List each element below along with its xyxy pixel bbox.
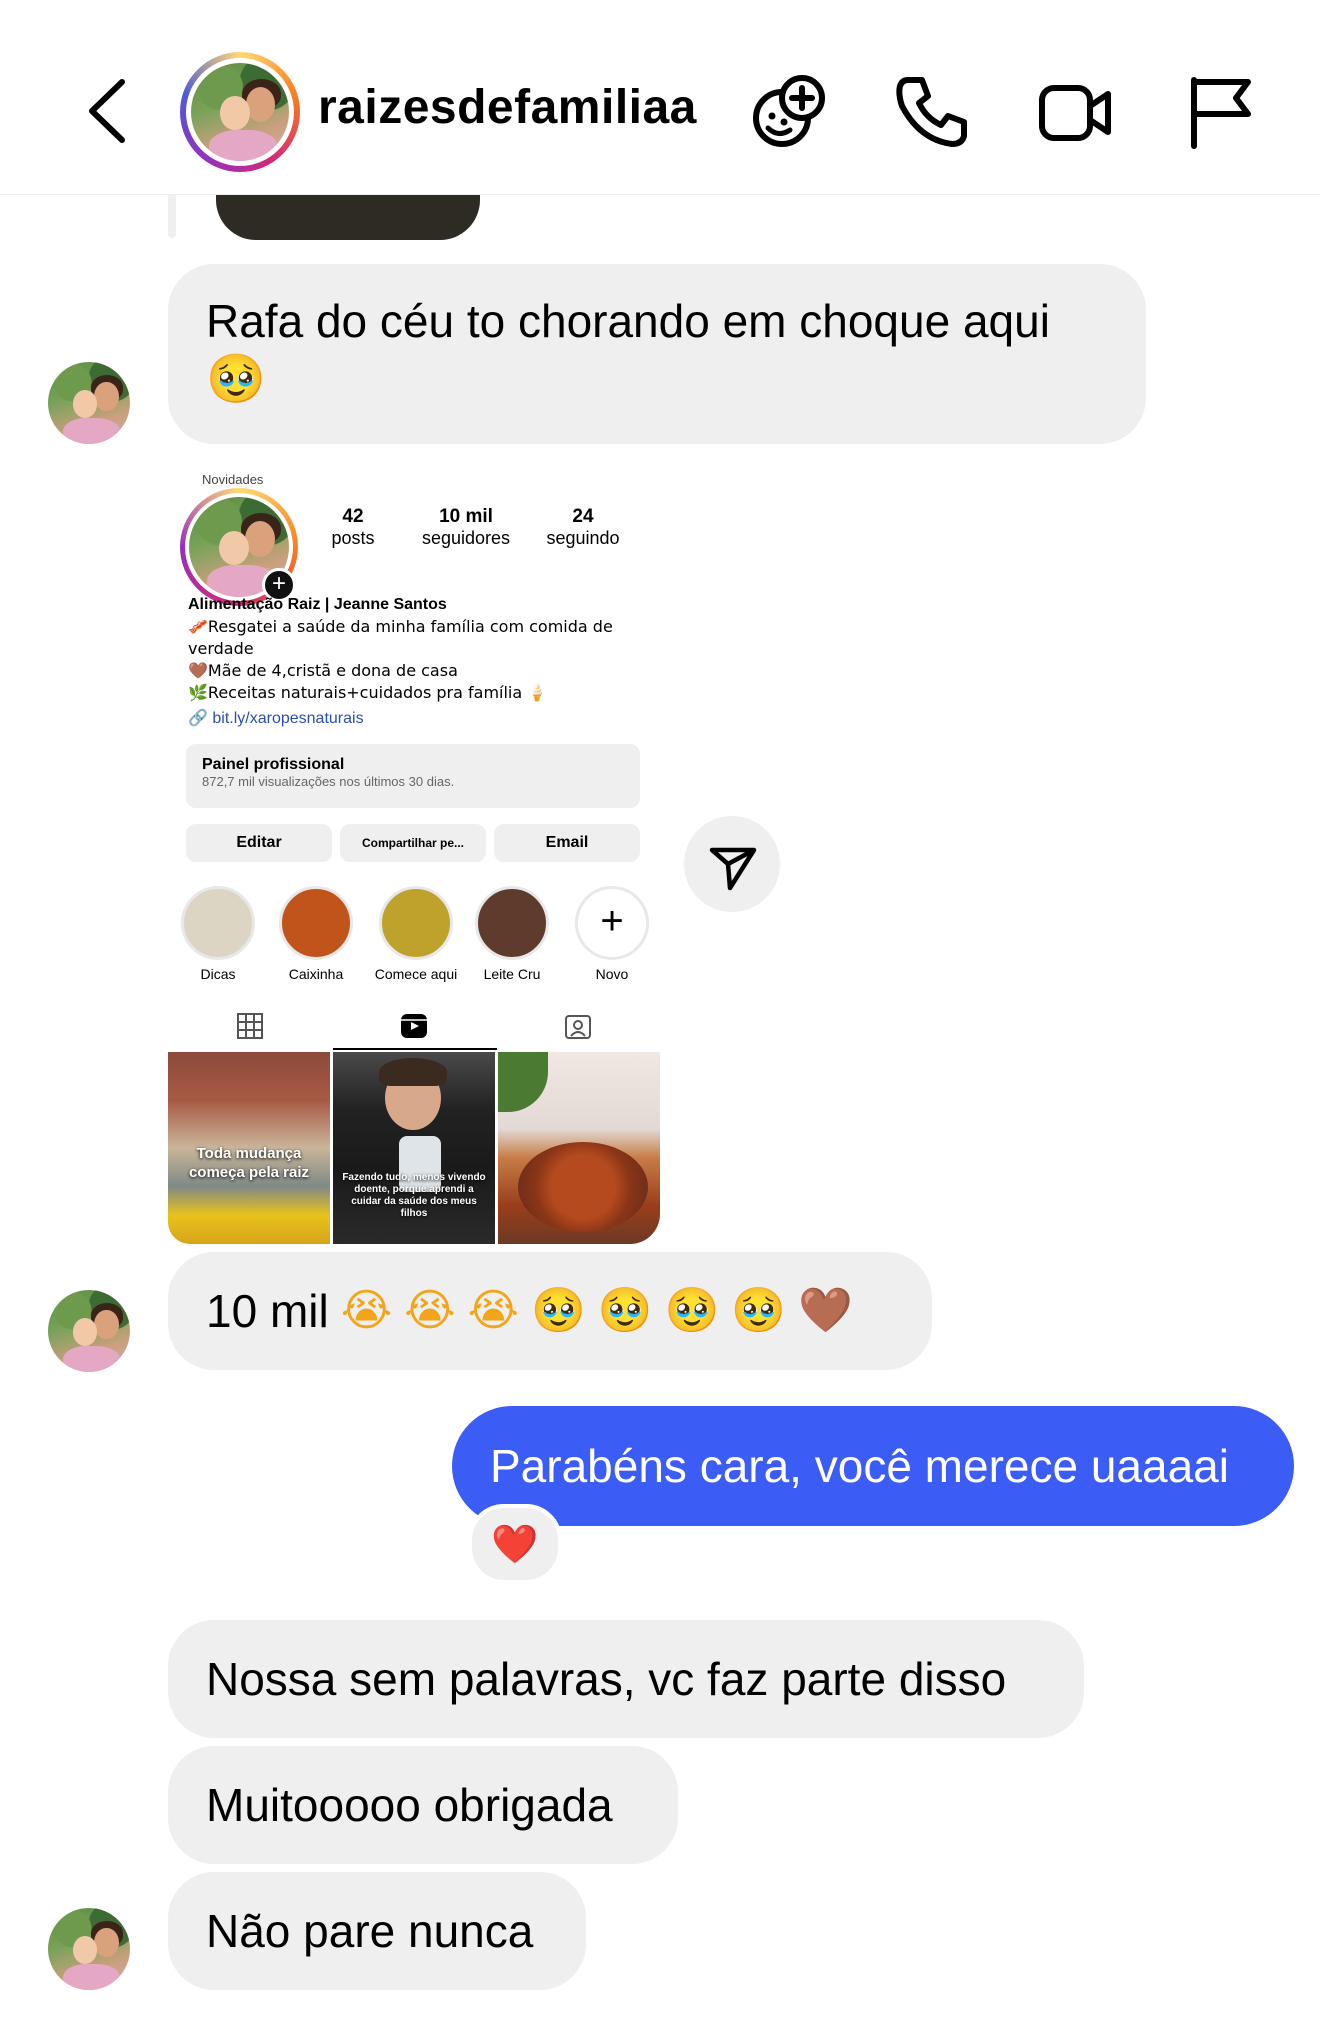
- professional-dashboard: Painel profissional 872,7 mil visualizaç…: [186, 744, 640, 808]
- active-tab-indicator: [333, 1048, 497, 1050]
- crying-face-emoji: 😭: [467, 1285, 519, 1336]
- post-thumbnail: Toda mudança começa pela raiz: [168, 1052, 330, 1244]
- posts-grid: Toda mudança começa pela raiz Fazendo tu…: [168, 1052, 662, 1244]
- chat-header: raizesdefamiliaa: [0, 0, 1320, 195]
- message-bubble[interactable]: Não pare nunca: [168, 1872, 586, 1990]
- profile-name: Alimentação Raiz | Jeanne Santos: [188, 596, 447, 613]
- back-arrow-icon[interactable]: [82, 76, 136, 146]
- email-button: Email: [494, 824, 640, 862]
- report-flag-icon[interactable]: [1180, 72, 1260, 152]
- highlight-new: + Novo: [574, 886, 650, 982]
- pleading-face-emoji: 🥹: [206, 351, 266, 407]
- message-bubble[interactable]: 10 mil 😭 😭 😭 🥹 🥹 🥹 🥹 🤎: [168, 1252, 932, 1370]
- share-profile-button: Compartilhar pe...: [340, 824, 486, 862]
- message-text: Não pare nunca: [206, 1905, 534, 1957]
- chat-username[interactable]: raizesdefamiliaa: [318, 80, 697, 135]
- message-text: Parabéns cara, você merece uaaaai: [490, 1440, 1229, 1492]
- previous-media-message[interactable]: [216, 194, 480, 240]
- following-stat: 24 seguindo: [546, 506, 620, 548]
- highlight-leite-cru: Leite Cru: [474, 886, 550, 982]
- pleading-face-emoji: 🥹: [664, 1285, 720, 1336]
- followers-stat: 10 mil seguidores: [421, 506, 511, 548]
- pleading-face-emoji: 🥹: [731, 1285, 787, 1336]
- grid-tab-icon: [237, 1013, 263, 1039]
- message-bubble[interactable]: Nossa sem palavras, vc faz parte disso: [168, 1620, 1084, 1738]
- bio-line: 🤎Mãe de 4,cristã e dona de casa: [188, 661, 458, 680]
- bio-line: 🥓Resgatei a saúde da minha família com c…: [188, 617, 613, 658]
- video-call-icon[interactable]: [1036, 72, 1116, 152]
- header-avatar[interactable]: [180, 52, 300, 172]
- post-thumbnail: Fazendo tudo, menos vivendo doente, porq…: [333, 1052, 495, 1244]
- message-text: 10 mil: [206, 1285, 329, 1337]
- edit-profile-button: Editar: [186, 824, 332, 862]
- sender-avatar[interactable]: [48, 1908, 130, 1990]
- crying-face-emoji: 😭: [404, 1285, 456, 1336]
- sender-avatar[interactable]: [48, 1290, 130, 1372]
- highlight-dicas: Dicas: [180, 886, 256, 982]
- reels-tab-icon: [401, 1014, 427, 1038]
- pleading-face-emoji: 🥹: [597, 1285, 653, 1336]
- sender-avatar[interactable]: [48, 362, 130, 444]
- novidades-label: Novidades: [202, 472, 264, 487]
- add-sticker-effects-icon[interactable]: [748, 72, 828, 152]
- brown-heart-emoji: 🤎: [798, 1285, 853, 1336]
- crying-face-emoji: 😭: [340, 1285, 393, 1336]
- heart-reaction[interactable]: ❤️: [468, 1504, 562, 1584]
- sent-message-bubble[interactable]: Parabéns cara, você merece uaaaai: [452, 1406, 1294, 1526]
- tagged-tab-icon: [565, 1015, 591, 1039]
- bio-link: bit.ly/xaropesnaturais: [212, 710, 364, 727]
- message-text: Muitooooo obrigada: [206, 1779, 613, 1831]
- previous-message-edge: [168, 194, 176, 238]
- highlight-caixinha: Caixinha: [278, 886, 354, 982]
- plus-icon: +: [600, 899, 624, 943]
- message-text: Nossa sem palavras, vc faz parte disso: [206, 1653, 1007, 1705]
- link-icon: 🔗: [188, 710, 213, 727]
- highlight-comece-aqui: Comece aqui: [368, 886, 464, 982]
- post-thumbnail: [498, 1052, 660, 1244]
- bio-line: 🌿Receitas naturais+cuidados pra família …: [188, 683, 548, 702]
- posts-stat: 42 posts: [331, 506, 375, 548]
- message-bubble[interactable]: Rafa do céu to chorando em choque aqui 🥹: [168, 264, 1146, 444]
- share-send-icon[interactable]: [684, 816, 780, 912]
- shared-profile-screenshot[interactable]: Novidades + 42 posts 10 mil seguidores 24 s…: [168, 472, 662, 1244]
- profile-bio: Alimentação Raiz | Jeanne Santos 🥓Resgat…: [188, 594, 628, 730]
- message-text: Rafa do céu to chorando em choque aqui: [206, 295, 1050, 347]
- message-bubble[interactable]: Muitooooo obrigada: [168, 1746, 678, 1864]
- pleading-face-emoji: 🥹: [530, 1285, 586, 1336]
- phone-call-icon[interactable]: [892, 72, 972, 152]
